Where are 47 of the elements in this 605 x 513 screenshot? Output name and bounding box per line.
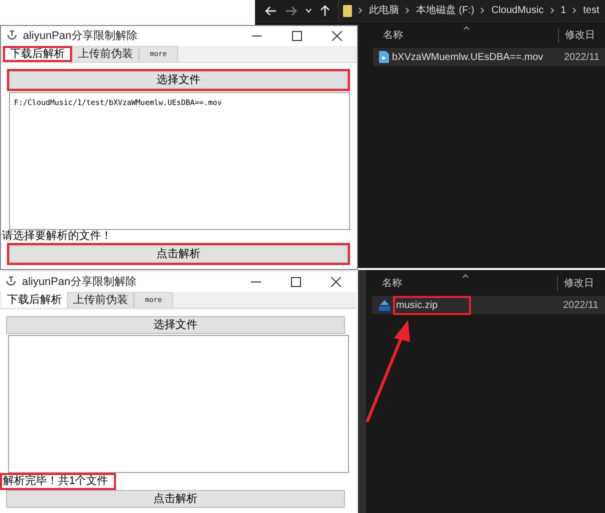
file-row[interactable]: bXVzaWMuemlw.UEsDBA==.mov 2022/11: [373, 48, 605, 66]
select-file-button[interactable]: 选择文件: [6, 316, 345, 334]
breadcrumb-item[interactable]: test: [583, 3, 600, 18]
chevron-icon: [480, 7, 486, 14]
tab[interactable]: 上传前伪装: [72, 46, 139, 62]
video-file-icon: [379, 51, 389, 63]
column-header[interactable]: 修改日: [558, 28, 595, 42]
sort-caret-icon: [462, 274, 469, 278]
output-area[interactable]: [8, 335, 349, 473]
status-text: 请选择要解析的文件！: [2, 230, 112, 243]
up-arrow-icon: [320, 4, 330, 16]
breadcrumb-item[interactable]: 此电脑: [369, 3, 399, 18]
status-text: 解析完毕！共1个文件: [3, 475, 108, 488]
file-date: 2022/11: [562, 298, 598, 312]
forward-icon: [285, 6, 297, 16]
window-title: aliyunPan分享限制解除: [23, 28, 138, 44]
maximize-icon: [291, 277, 301, 287]
chevron-icon: [358, 7, 363, 14]
app-logo-icon: [5, 30, 19, 42]
breadcrumb-item[interactable]: CloudMusic: [491, 3, 544, 18]
parse-button[interactable]: 点击解析: [6, 490, 345, 508]
file-name[interactable]: music.zip: [395, 298, 439, 312]
maximize-icon: [292, 31, 302, 41]
chevron-icon: [550, 7, 555, 14]
breadcrumb-item[interactable]: 本地磁盘 (F:): [416, 3, 474, 18]
tab[interactable]: 上传前伪装: [67, 292, 134, 308]
breadcrumb-item[interactable]: 1: [560, 3, 566, 18]
back-icon: [265, 6, 277, 16]
sort-caret-icon: [463, 26, 470, 30]
column-header[interactable]: 修改日: [557, 276, 594, 290]
column-header[interactable]: 名称: [372, 276, 557, 290]
folder-icon: [343, 4, 352, 16]
app-logo-icon: [4, 276, 18, 288]
tab[interactable]: 下载后解析: [5, 48, 70, 60]
select-file-button[interactable]: 选择文件: [9, 71, 348, 89]
file-row[interactable]: music.zip 2022/11: [372, 296, 605, 314]
column-header[interactable]: 名称: [373, 28, 558, 42]
file-name[interactable]: bXVzaWMuemlw.UEsDBA==.mov: [391, 50, 544, 64]
caret-icon: [305, 8, 312, 13]
window-title: aliyunPan分享限制解除: [22, 274, 138, 290]
tab[interactable]: 下载后解析: [2, 292, 67, 308]
parse-button[interactable]: 点击解析: [9, 245, 348, 263]
chevron-icon: [405, 7, 410, 14]
chevron-icon: [572, 7, 578, 14]
close-icon: [332, 31, 342, 41]
file-date: 2022/11: [563, 50, 600, 64]
close-icon: [331, 277, 341, 287]
